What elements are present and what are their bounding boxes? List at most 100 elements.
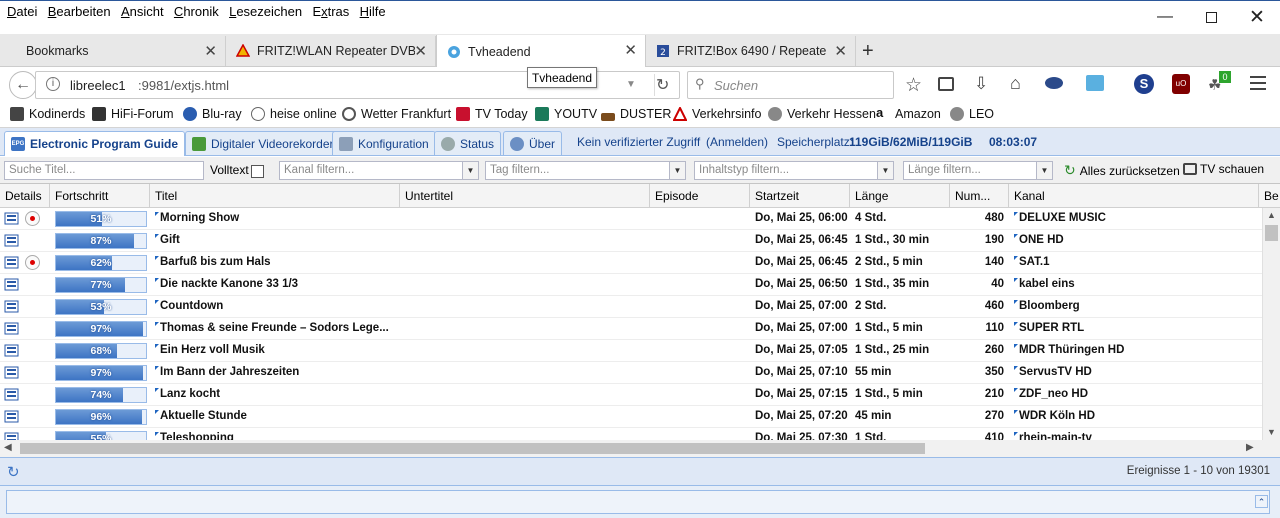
refresh-icon[interactable]: ↻ [7, 463, 20, 481]
fulltext-checkbox[interactable] [251, 165, 264, 178]
details-icon[interactable] [4, 431, 19, 440]
table-row[interactable]: 62% Barfuß bis zum Hals Do, Mai 25, 06:45 2… [0, 252, 1262, 274]
search-bar[interactable]: ⚲ Suchen [687, 71, 894, 99]
back-icon[interactable]: ← [9, 71, 37, 99]
col-start[interactable]: Startzeit [750, 184, 850, 208]
hamburger-menu-icon[interactable] [1250, 76, 1266, 90]
tab-fritzbox[interactable]: 2 FRITZ!Box 6490 / Repeater - ✕ [646, 36, 856, 66]
chevron-down-icon[interactable]: ▼ [1036, 162, 1052, 179]
close-icon[interactable]: ✕ [204, 42, 217, 60]
tag-filter[interactable]: Tag filtern... ▼ [485, 161, 686, 180]
download-icon[interactable]: ⇩ [974, 74, 988, 94]
info-icon[interactable]: i [46, 77, 60, 91]
col-episode[interactable]: Episode [650, 184, 750, 208]
scroll-left-icon[interactable]: ◀ [4, 442, 12, 453]
bookmark-kodinerds[interactable]: Kodinerds [10, 107, 85, 121]
close-icon[interactable]: ✕ [834, 42, 847, 60]
screenshot-icon[interactable] [1086, 75, 1104, 91]
col-channel[interactable]: Kanal [1009, 184, 1259, 208]
ublock-icon[interactable]: uO [1172, 74, 1190, 94]
bookmark-star-icon[interactable]: ☆ [905, 74, 922, 97]
table-row[interactable]: 74% Lanz kocht Do, Mai 25, 07:15 1 Std., 5 … [0, 384, 1262, 406]
chevron-down-icon[interactable]: ▼ [877, 162, 893, 179]
table-row[interactable]: 97% Thomas & seine Freunde – Sodors Lege.… [0, 318, 1262, 340]
bookmark-leo[interactable]: LEO [950, 107, 994, 121]
chevron-down-icon[interactable]: ▼ [669, 162, 685, 179]
details-icon[interactable] [4, 233, 19, 248]
tab-status[interactable]: Status [434, 131, 502, 155]
watch-tv-button[interactable]: TV schauen [1183, 162, 1264, 176]
reload-icon[interactable]: ↻ [656, 75, 669, 95]
table-row[interactable]: 53% Countdown Do, Mai 25, 07:00 2 Std. 460 Bl… [0, 296, 1262, 318]
maximize-icon[interactable] [1188, 1, 1234, 33]
details-icon[interactable] [4, 211, 19, 226]
table-row[interactable]: 97% Im Bann der Jahreszeiten Do, Mai 25, 0… [0, 362, 1262, 384]
table-row[interactable]: 51% Morning Show Do, Mai 25, 06:00 4 Std. 48… [0, 208, 1262, 230]
reading-list-icon[interactable] [938, 77, 954, 91]
table-row[interactable]: 55% Teleshopping Do, Mai 25, 07:30 1 Std. 41… [0, 428, 1262, 440]
length-filter[interactable]: Länge filtern... ▼ [903, 161, 1053, 180]
table-row[interactable]: 87% Gift Do, Mai 25, 06:45 1 Std., 30 min 19… [0, 230, 1262, 252]
col-details[interactable]: Details [0, 184, 50, 208]
tab-about[interactable]: Über [503, 131, 563, 155]
tab-bookmarks[interactable]: Bookmarks ✕ [16, 36, 226, 66]
col-be[interactable]: Be [1259, 184, 1280, 208]
table-row[interactable]: 96% Aktuelle Stunde Do, Mai 25, 07:20 45 mi… [0, 406, 1262, 428]
bookmark-amazon[interactable]: a Amazon [876, 106, 941, 121]
col-subtitle[interactable]: Untertitel [400, 184, 650, 208]
bookmark-heise[interactable]: heise online [251, 107, 337, 121]
menu-lesezeichen[interactable]: Lesezeichen [229, 4, 302, 19]
details-icon[interactable] [4, 409, 19, 424]
details-icon[interactable] [4, 321, 19, 336]
col-number[interactable]: Num... [950, 184, 1009, 208]
details-icon[interactable] [4, 277, 19, 292]
record-icon[interactable] [25, 211, 40, 226]
scroll-right-icon[interactable]: ▶ [1246, 442, 1254, 453]
col-length[interactable]: Länge [850, 184, 950, 208]
vertical-scrollbar[interactable]: ▲ ▼ [1262, 208, 1280, 440]
menu-chronik[interactable]: Chronik [174, 4, 219, 19]
extension-icon[interactable] [1045, 77, 1063, 89]
scroll-thumb[interactable] [20, 443, 925, 454]
dropdown-arrow-icon[interactable]: ▼ [626, 79, 636, 90]
expand-icon[interactable]: ⌃ [1255, 495, 1268, 508]
close-window-icon[interactable]: ✕ [1234, 1, 1280, 33]
tab-dvr[interactable]: Digitaler Videorekorder [185, 131, 341, 155]
menu-hilfe[interactable]: Hilfe [360, 4, 386, 19]
bookmark-hifi-forum[interactable]: HiFi-Forum [92, 107, 174, 121]
minimize-icon[interactable]: — [1142, 1, 1188, 33]
horizontal-scrollbar[interactable]: ◀ ▶ [0, 440, 1280, 457]
bookmark-verkehr-hessen[interactable]: Verkehr Hessen [768, 107, 876, 121]
bookmark-tv-today[interactable]: TV Today [456, 107, 528, 121]
title-search-input[interactable]: Suche Titel... [4, 161, 204, 180]
menu-datei[interactable]: Datei [7, 4, 37, 19]
channel-filter[interactable]: Kanal filtern... ▼ [279, 161, 479, 180]
bookmark-duster[interactable]: DUSTER [601, 107, 671, 121]
chevron-down-icon[interactable]: ▼ [462, 162, 478, 179]
new-tab-icon[interactable]: + [862, 40, 874, 63]
bookmark-blu-ray[interactable]: Blu-ray [183, 107, 242, 121]
details-icon[interactable] [4, 365, 19, 380]
menu-bearbeiten[interactable]: Bearbeiten [48, 4, 111, 19]
tab-config[interactable]: Konfiguration [332, 131, 436, 155]
menu-extras[interactable]: Extras [312, 4, 349, 19]
details-icon[interactable] [4, 343, 19, 358]
home-icon[interactable]: ⌂ [1010, 73, 1021, 94]
tab-tvheadend[interactable]: Tvheadend ✕ [436, 35, 646, 68]
bookmark-wetter[interactable]: Wetter Frankfurt [342, 107, 451, 121]
details-icon[interactable] [4, 299, 19, 314]
collapsed-panel[interactable] [6, 490, 1270, 514]
login-link[interactable]: (Anmelden) [706, 135, 768, 149]
scroll-thumb[interactable] [1265, 225, 1278, 241]
table-row[interactable]: 68% Ein Herz voll Musik Do, Mai 25, 07:05 1… [0, 340, 1262, 362]
tab-epg[interactable]: EPG Electronic Program Guide [4, 131, 186, 156]
bookmark-verkehrsinfo[interactable]: Verkehrsinfo [672, 105, 761, 121]
details-icon[interactable] [4, 255, 19, 270]
skype-icon[interactable]: S [1134, 74, 1154, 94]
details-icon[interactable] [4, 387, 19, 402]
record-icon[interactable] [25, 255, 40, 270]
menu-ansicht[interactable]: Ansicht [121, 4, 164, 19]
tab-fritz-wlan[interactable]: FRITZ!WLAN Repeater DVB-C ✕ [226, 36, 436, 66]
scroll-down-icon[interactable]: ▼ [1267, 427, 1276, 437]
bookmark-youtv[interactable]: YOUTV [535, 107, 597, 121]
